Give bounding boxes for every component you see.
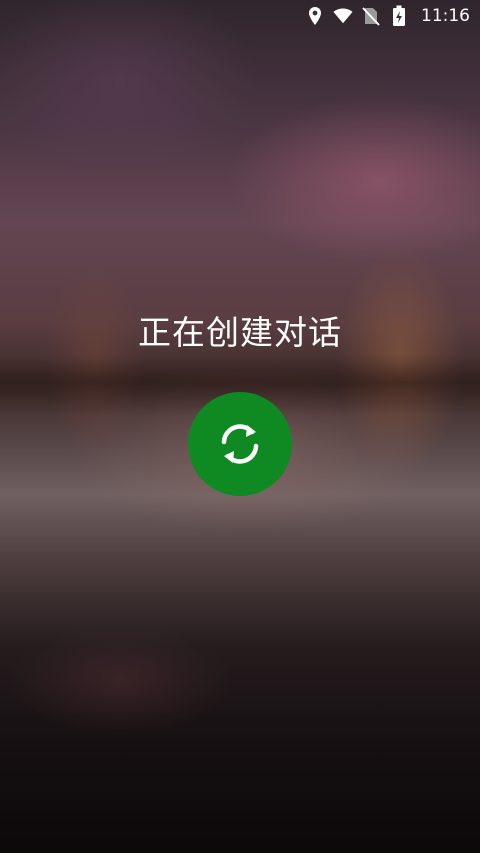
screen: 11:16 正在创建对话 <box>0 0 480 853</box>
battery-charging-icon <box>389 5 409 26</box>
location-icon <box>305 6 325 26</box>
status-time: 11:16 <box>421 6 470 26</box>
status-bar: 11:16 <box>0 0 480 32</box>
loading-title: 正在创建对话 <box>138 313 342 352</box>
no-sim-icon <box>361 6 381 26</box>
refresh-button[interactable] <box>188 392 292 496</box>
refresh-icon <box>214 418 266 470</box>
wifi-icon <box>333 6 353 26</box>
